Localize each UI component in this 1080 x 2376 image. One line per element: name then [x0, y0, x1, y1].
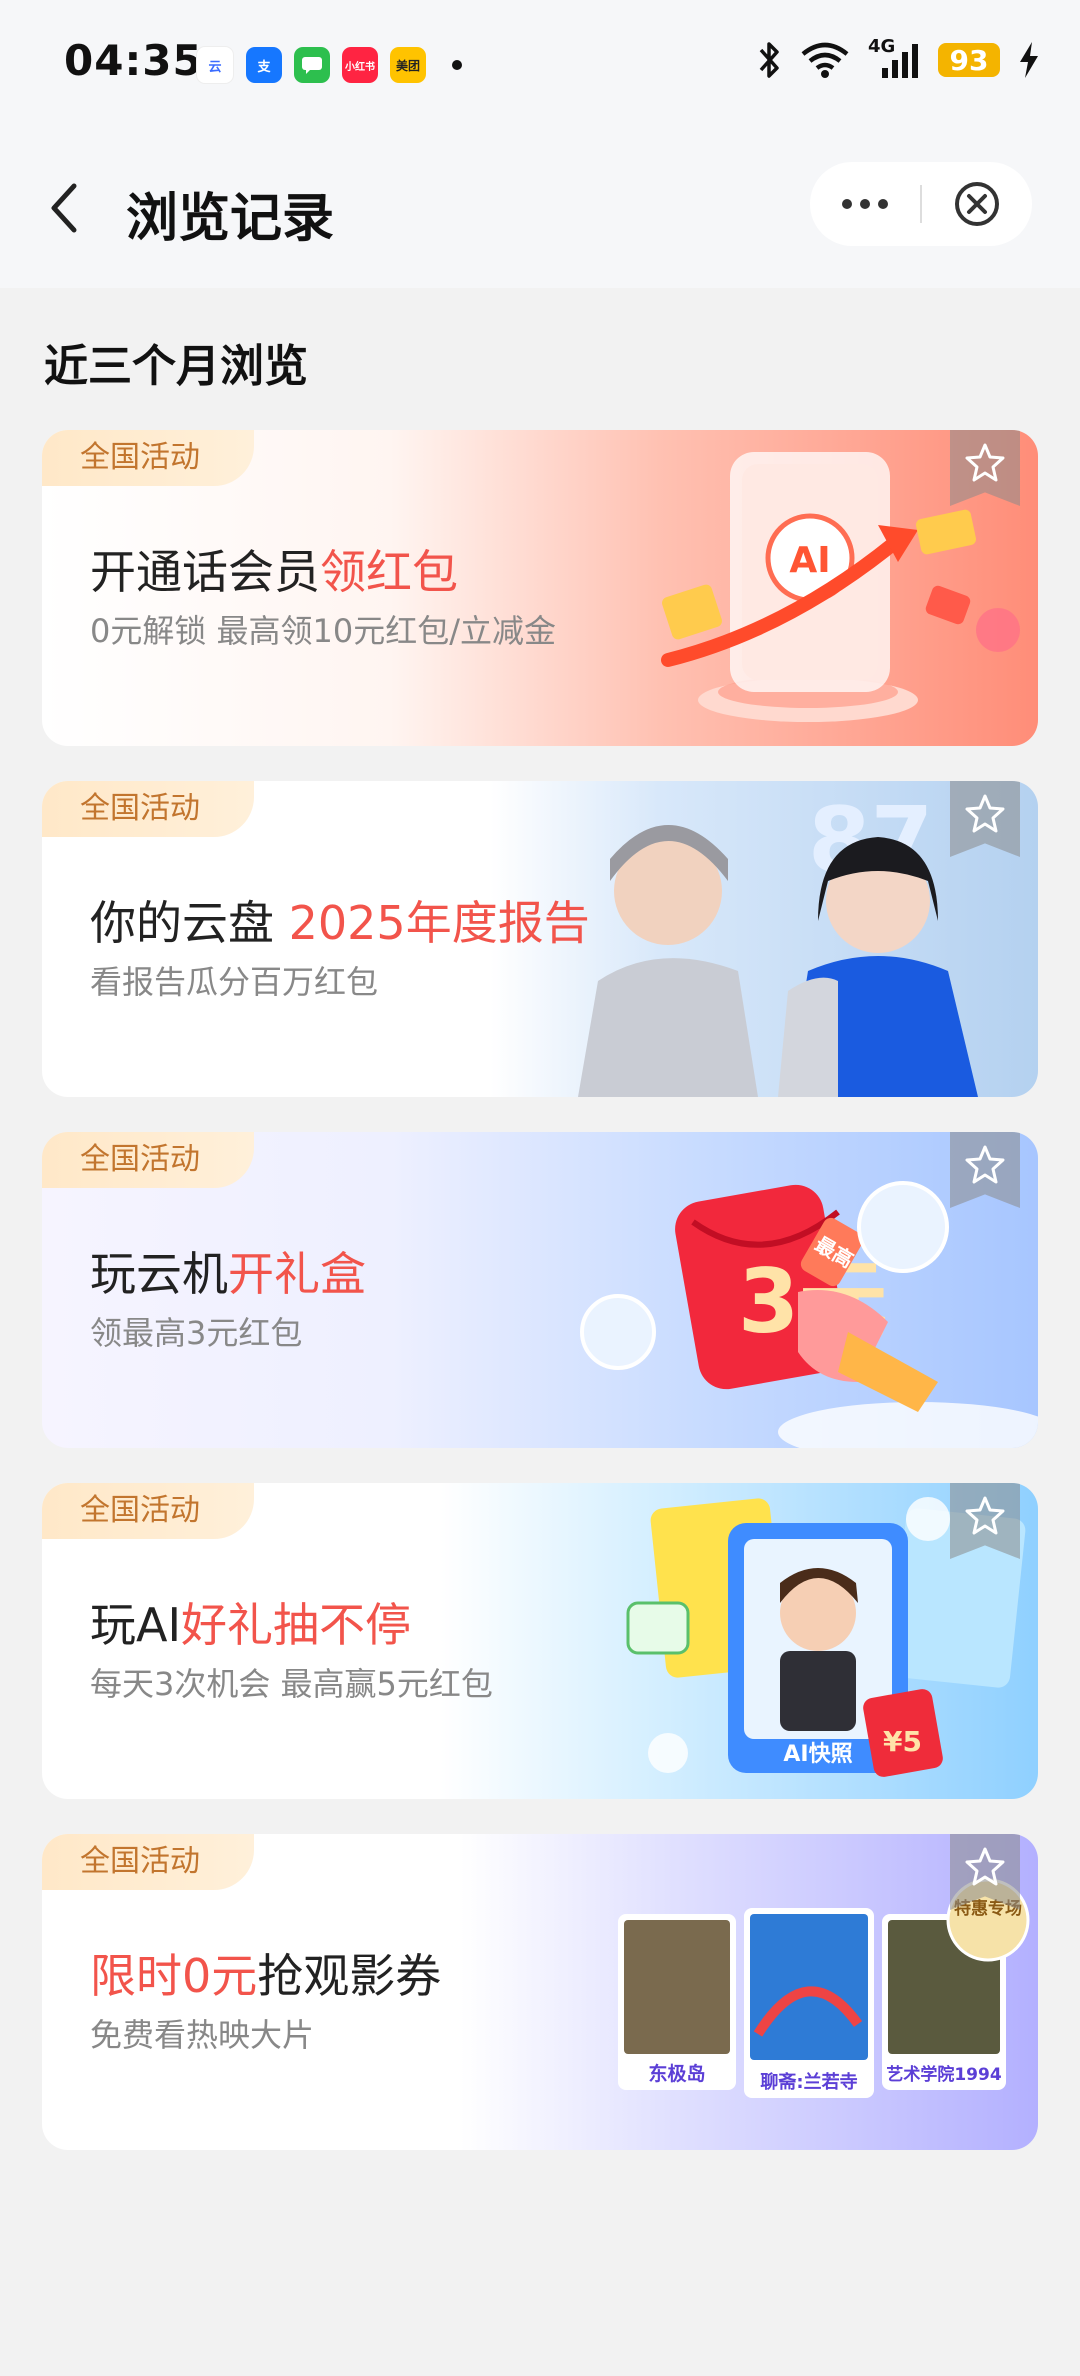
- card-title-plain: 开通话会员: [90, 545, 320, 599]
- activity-card-annual-report[interactable]: 87 全国活动 你的云盘 2025年度报告 看报告瓜分百万红包: [42, 781, 1038, 1097]
- section-title: 近三个月浏览: [44, 341, 308, 392]
- status-time: 04:35: [64, 36, 203, 85]
- more-dot: [860, 199, 870, 209]
- card-subtitle: 领最高3元红包: [90, 1314, 303, 1352]
- alipay-icon: 支: [246, 47, 282, 83]
- card-title: 开通话会员领红包: [90, 536, 458, 602]
- back-arrow-icon[interactable]: [40, 178, 90, 238]
- close-button[interactable]: [922, 162, 1032, 246]
- card-title-highlight: 好礼抽不停: [181, 1598, 412, 1652]
- battery-indicator: 93: [938, 43, 1000, 77]
- star-icon[interactable]: [964, 1144, 1006, 1186]
- page-title: 浏览记录: [126, 189, 335, 249]
- system-icons: 4G 93: [756, 36, 1040, 80]
- card-title-plain: 玩AI: [90, 1598, 182, 1652]
- activity-tag: 全国活动: [42, 430, 254, 486]
- activity-card-gift-box[interactable]: 3元 最高 全国活动 玩云机开礼盒 领最高3元红包: [42, 1132, 1038, 1448]
- card-title-plain: 玩云机: [90, 1247, 228, 1301]
- cloud-app-icon: 云: [196, 46, 234, 84]
- card-title-plain-after: 抢观影券: [257, 1949, 442, 2003]
- xiaohongshu-icon: 小红书: [342, 47, 378, 83]
- more-dot: [878, 199, 888, 209]
- poster-title: 艺术学院1994: [886, 2064, 1001, 2085]
- close-circle-icon: [955, 182, 999, 226]
- ai-snapshot-label: AI快照: [783, 1742, 852, 1767]
- card-title-highlight: 2025年度报告: [288, 896, 590, 950]
- message-icon: [294, 47, 330, 83]
- notification-icons: 云 支 小红书 美团: [196, 46, 462, 84]
- star-icon[interactable]: [964, 442, 1006, 484]
- activity-card-call-member[interactable]: AI 全国活动 开通话会员领红包 0元解锁 最高领10元红包/立减金: [42, 430, 1038, 746]
- star-icon[interactable]: [964, 1846, 1006, 1888]
- bluetooth-icon: [759, 42, 779, 78]
- card-title: 玩AI好礼抽不停: [90, 1589, 411, 1655]
- card-title-highlight: 限时0元: [90, 1949, 258, 2003]
- mini-program-capsule: [810, 162, 1032, 246]
- card-subtitle: 免费看热映大片: [90, 2016, 315, 2054]
- card-subtitle: 看报告瓜分百万红包: [90, 963, 379, 1001]
- status-bar: 04:35 云 支 小红书 美团 4G 93: [0, 0, 1080, 128]
- signal-icon: 4G: [868, 36, 920, 80]
- charging-icon: [1020, 42, 1038, 78]
- ai-badge: AI: [789, 540, 830, 581]
- wifi-icon: [801, 42, 849, 78]
- activity-tag: 全国活动: [42, 781, 254, 837]
- card-title: 你的云盘 2025年度报告: [90, 887, 590, 953]
- red-packet-amount: ¥5: [883, 1725, 922, 1758]
- more-notifications-dot: [452, 60, 462, 70]
- poster-title: 东极岛: [648, 2062, 705, 2085]
- activity-tag: 全国活动: [42, 1132, 254, 1188]
- more-dot: [842, 199, 852, 209]
- card-title-highlight: 开礼盒: [228, 1247, 366, 1301]
- poster-title: 聊斋:兰若寺: [760, 2071, 857, 2093]
- nav-bar: 浏览记录: [0, 128, 1080, 288]
- more-options-button[interactable]: [810, 162, 920, 246]
- activity-tag: 全国活动: [42, 1483, 254, 1539]
- activity-card-ai-lottery[interactable]: AI快照 ¥5 全国活动 玩AI好礼抽不停 每天3次机会 最高赢5元红包: [42, 1483, 1038, 1799]
- meituan-icon: 美团: [390, 47, 426, 83]
- card-title: 玩云机开礼盒: [90, 1238, 366, 1304]
- card-title-highlight: 领红包: [320, 545, 458, 599]
- card-subtitle: 每天3次机会 最高赢5元红包: [90, 1665, 493, 1703]
- star-icon[interactable]: [964, 1495, 1006, 1537]
- activity-tag: 全国活动: [42, 1834, 254, 1890]
- card-subtitle: 0元解锁 最高领10元红包/立减金: [90, 612, 557, 650]
- activity-card-movie-ticket[interactable]: 东极岛 聊斋:兰若寺 艺术学院1994 特惠专场 全国活动 限时0元抢观影券 免…: [42, 1834, 1038, 2150]
- card-title-plain: 你的云盘: [90, 896, 289, 950]
- card-title: 限时0元抢观影券: [90, 1940, 441, 2006]
- star-icon[interactable]: [964, 793, 1006, 835]
